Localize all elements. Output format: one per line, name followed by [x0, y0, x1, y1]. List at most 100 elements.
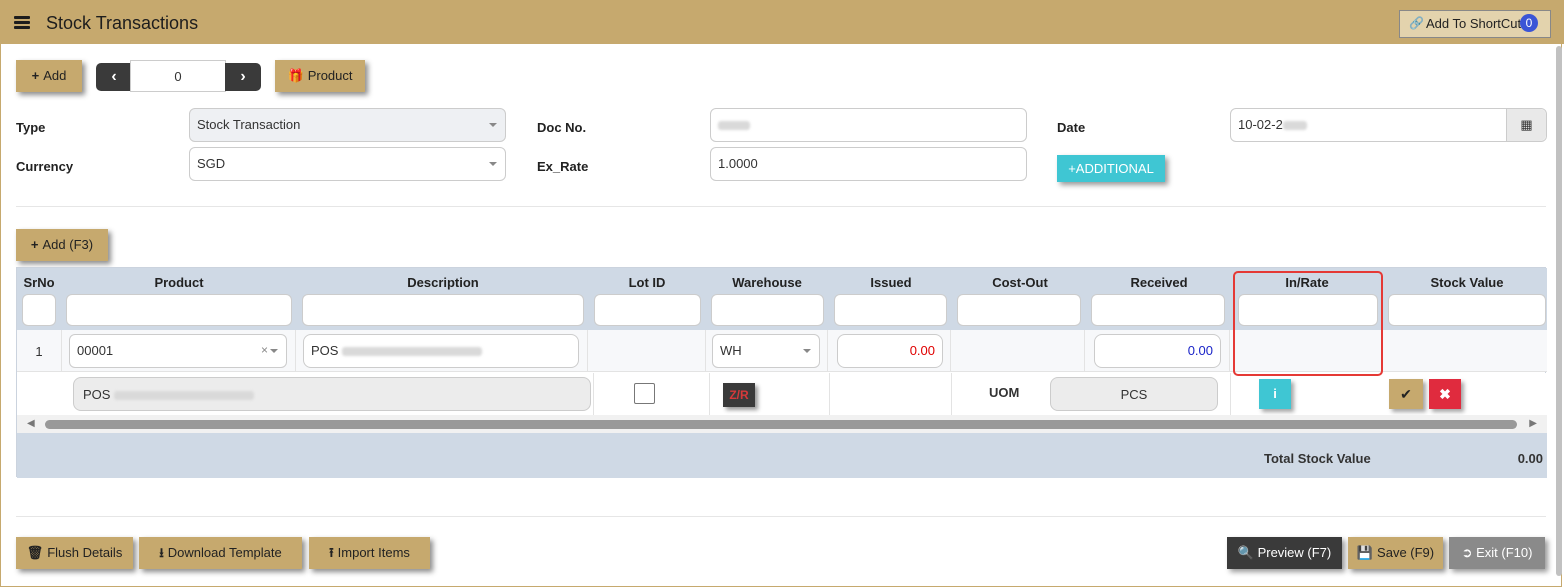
- add-to-shortcut-button[interactable]: 🔗 Add To ShortCut 0: [1399, 10, 1551, 38]
- filter-stock-value[interactable]: [1388, 294, 1546, 326]
- import-items-button[interactable]: ⭱ Import Items: [309, 537, 430, 569]
- filter-issued[interactable]: [834, 294, 947, 326]
- scroll-left-icon[interactable]: ◀: [27, 418, 35, 429]
- close-icon: ✖: [1439, 386, 1451, 402]
- chevron-down-icon: [803, 349, 811, 353]
- info-icon: i: [1273, 386, 1277, 401]
- type-value: Stock Transaction: [197, 117, 301, 132]
- divider: [951, 373, 952, 415]
- filter-received[interactable]: [1091, 294, 1225, 326]
- warehouse-select[interactable]: WH: [712, 334, 820, 368]
- zr-button[interactable]: Z/R: [723, 383, 755, 407]
- total-stock-value-label: Total Stock Value: [1264, 451, 1371, 466]
- divider: [705, 330, 706, 372]
- currency-value: SGD: [197, 156, 226, 171]
- filter-product[interactable]: [66, 294, 292, 326]
- prev-record-button[interactable]: ‹: [96, 63, 132, 91]
- date-value: 10-02-2: [1238, 117, 1283, 132]
- chevron-right-icon: ›: [240, 68, 246, 85]
- preview-button[interactable]: 🔍 Preview (F7): [1227, 537, 1342, 569]
- divider: [295, 330, 296, 372]
- delete-row-button[interactable]: ✖: [1429, 379, 1461, 409]
- menu-icon[interactable]: [14, 16, 30, 29]
- detail-description-field[interactable]: POS: [73, 377, 591, 411]
- page-title: Stock Transactions: [46, 13, 199, 33]
- divider: [829, 373, 830, 415]
- date-label: Date: [1057, 120, 1086, 135]
- divider: [16, 206, 1546, 207]
- filter-description[interactable]: [302, 294, 584, 326]
- divider: [1229, 330, 1230, 372]
- issued-field[interactable]: 0.00: [837, 334, 943, 368]
- download-template-button[interactable]: ⭳ Download Template: [139, 537, 302, 569]
- link-icon: 🔗: [1409, 16, 1424, 30]
- search-icon: 🔍: [1237, 545, 1254, 560]
- type-label: Type: [16, 120, 46, 135]
- download-icon: ⭳: [159, 545, 164, 560]
- clear-icon[interactable]: ×: [261, 343, 268, 357]
- scroll-right-icon[interactable]: ▶: [1529, 418, 1537, 429]
- shortcut-label: Add To ShortCut: [1426, 16, 1522, 31]
- plus-icon: +: [1068, 161, 1076, 176]
- add-button[interactable]: + Add: [16, 60, 82, 92]
- filter-warehouse[interactable]: [711, 294, 824, 326]
- product-button[interactable]: 🎁 Product: [275, 60, 365, 92]
- confirm-row-button[interactable]: ✔: [1389, 379, 1423, 409]
- divider: [709, 373, 710, 415]
- save-button[interactable]: 💾 Save (F9): [1348, 537, 1443, 569]
- col-issued: Issued: [870, 275, 912, 290]
- exrate-label: Ex_Rate: [537, 159, 589, 174]
- col-srno: SrNo: [23, 275, 55, 290]
- col-lot-id: Lot ID: [628, 275, 666, 290]
- currency-select[interactable]: SGD: [189, 147, 506, 181]
- check-icon: ✔: [1400, 386, 1412, 402]
- received-field[interactable]: 0.00: [1094, 334, 1221, 368]
- description-value: POS: [311, 343, 339, 358]
- filter-cost-out[interactable]: [957, 294, 1081, 326]
- gift-icon: 🎁: [287, 68, 304, 83]
- highlight-box: [1233, 271, 1383, 376]
- lot-checkbox[interactable]: [634, 383, 655, 404]
- additional-button[interactable]: +ADDITIONAL: [1057, 155, 1165, 182]
- add-row-button[interactable]: + Add (F3): [16, 229, 108, 261]
- col-stock-value: Stock Value: [1430, 275, 1504, 290]
- record-number-input[interactable]: 0: [130, 60, 226, 92]
- uom-field: PCS: [1050, 377, 1218, 411]
- exrate-field[interactable]: 1.0000: [710, 147, 1027, 181]
- divider: [593, 373, 594, 415]
- divider: [61, 330, 62, 372]
- warehouse-value: WH: [720, 343, 742, 358]
- plus-icon: +: [30, 237, 39, 252]
- currency-label: Currency: [16, 159, 74, 174]
- next-record-button[interactable]: ›: [225, 63, 261, 91]
- total-stock-value: 0.00: [1517, 451, 1543, 466]
- docno-field[interactable]: [710, 108, 1027, 142]
- title-bar: Stock Transactions 🔗 Add To ShortCut 0: [0, 0, 1564, 44]
- filter-srno[interactable]: [22, 294, 56, 326]
- redacted-text: [342, 347, 483, 357]
- scroll-thumb[interactable]: [45, 420, 1517, 429]
- trash-icon: 🗑: [26, 545, 44, 560]
- vertical-scrollbar[interactable]: [1556, 46, 1562, 576]
- info-button[interactable]: i: [1259, 379, 1291, 409]
- col-received: Received: [1130, 275, 1188, 290]
- product-select[interactable]: 00001 ×: [69, 334, 287, 368]
- exit-button[interactable]: ➲ Exit (F10): [1449, 537, 1545, 569]
- chevron-down-icon: [489, 162, 497, 166]
- divider: [587, 330, 588, 372]
- horizontal-scrollbar[interactable]: ◀ ▶: [17, 415, 1547, 433]
- flush-details-button[interactable]: 🗑 Flush Details: [16, 537, 133, 569]
- chevron-down-icon: [489, 123, 497, 127]
- divider: [827, 330, 828, 372]
- date-field[interactable]: 10-02-2 ▦: [1230, 108, 1547, 142]
- plus-icon: +: [31, 68, 40, 83]
- type-select[interactable]: Stock Transaction: [189, 108, 506, 142]
- row-srno: 1: [35, 344, 43, 359]
- docno-label: Doc No.: [537, 120, 587, 135]
- redacted-text: [718, 121, 750, 131]
- filter-lot-id[interactable]: [594, 294, 701, 326]
- grid-footer: Total Stock Value 0.00: [17, 433, 1547, 478]
- description-field[interactable]: POS: [303, 334, 579, 368]
- calendar-icon[interactable]: ▦: [1506, 109, 1546, 141]
- uom-label: UOM: [989, 385, 1020, 400]
